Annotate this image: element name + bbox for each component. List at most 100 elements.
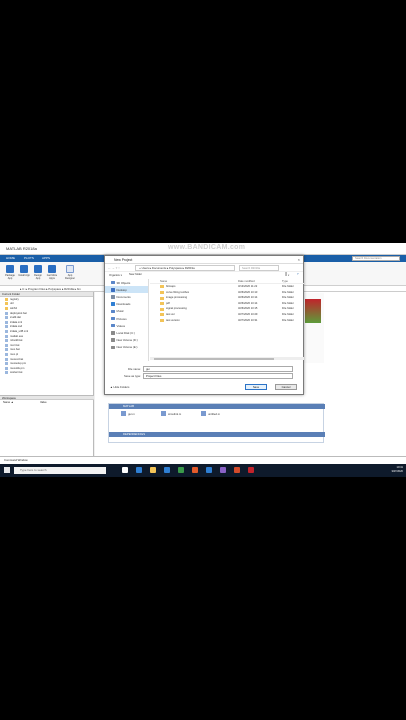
taskbar-app-icon[interactable] xyxy=(150,467,156,473)
folder-name: bitmaps xyxy=(166,285,176,288)
screen: MATLAB R2018a www.BANDICAM.com HOME PLOT… xyxy=(0,243,406,477)
horizontal-scrollbar[interactable] xyxy=(150,357,304,360)
file-name: mcc.bat xyxy=(10,343,20,347)
search-documentation-input[interactable]: Search Documentation xyxy=(352,256,400,261)
taskbar-app-icon[interactable] xyxy=(234,467,240,473)
location-icon xyxy=(111,309,115,314)
taskbar-app-icon[interactable] xyxy=(206,467,212,473)
dialog-search-input[interactable]: Search R2019a xyxy=(239,265,279,271)
file-name: lcdata.xsd xyxy=(10,325,23,329)
folder-icon xyxy=(5,297,8,301)
package-app-button[interactable]: Package App xyxy=(4,265,16,281)
folder-name: test ver xyxy=(166,312,175,316)
folder-name: curve fitting toolbox xyxy=(166,290,190,294)
file-name: worker.bat xyxy=(10,371,23,375)
nav-pane-item[interactable]: Music xyxy=(105,308,148,315)
preview-image xyxy=(305,299,321,323)
cancel-button[interactable]: Cancel xyxy=(275,384,297,390)
new-project-dialog: New Project × ← → ˅ ↑ ‹‹ Users ▸ Documen… xyxy=(104,255,304,395)
command-window-label: Command Window xyxy=(4,458,28,462)
folder-row[interactable]: test version 3/27/2020 10:31 File folder xyxy=(150,318,304,324)
clock-date: 3/27/2020 xyxy=(391,470,403,473)
col-name[interactable]: Name xyxy=(160,280,167,283)
nav-pane-item[interactable]: 3D Objects xyxy=(105,279,148,286)
file-name: deploytool.bat xyxy=(10,311,27,315)
file-name: util xyxy=(10,302,14,306)
nav-pane-item[interactable]: New Volume (D:) xyxy=(105,337,148,344)
nav-pane-label: Documents xyxy=(116,294,131,299)
taskbar-clock[interactable]: 10:41 3/27/2020 xyxy=(391,466,403,474)
folder-type: File folder xyxy=(282,301,294,305)
file-icon xyxy=(5,352,8,356)
taskbar-app-icon[interactable] xyxy=(248,467,254,473)
nav-pane-item[interactable]: Downloads xyxy=(105,301,148,308)
install-icon xyxy=(20,265,28,273)
app-designer-button[interactable]: App Designer xyxy=(64,265,76,281)
view-options-icon[interactable]: ≣ ▾ xyxy=(285,273,289,277)
folder-type: File folder xyxy=(282,318,294,322)
taskbar-app-icon[interactable] xyxy=(164,467,170,473)
command-window[interactable]: Command Window xyxy=(0,456,406,464)
taskbar-app-icon[interactable] xyxy=(136,467,142,473)
taskbar-app-icon[interactable] xyxy=(122,467,128,473)
location-icon xyxy=(111,288,115,292)
taskbar-app-icon[interactable] xyxy=(178,467,184,473)
dialog-title: New Project xyxy=(114,258,133,262)
section-bar-matlab: MATLAB xyxy=(109,404,325,409)
file-icon xyxy=(5,325,8,329)
dialog-breadcrumb[interactable]: ‹‹ Users ▸ Documents ▸ Polyspace ▸ R2019… xyxy=(135,265,235,271)
project-start-panel: MATLAB gui.m simulink.m untitled.m DEPEN… xyxy=(108,403,325,443)
file-name-input[interactable]: gui xyxy=(143,366,293,372)
tab-apps[interactable]: APPS xyxy=(42,256,50,260)
save-button[interactable]: Save xyxy=(245,384,267,390)
tab-home[interactable]: HOME xyxy=(6,256,15,260)
install-app-button[interactable]: Install App xyxy=(18,265,30,281)
windows-start-icon[interactable] xyxy=(4,467,10,473)
tab-plots[interactable]: PLOTS xyxy=(24,256,34,260)
folder-type: File folder xyxy=(282,307,294,311)
organize-button[interactable]: Organize ▾ xyxy=(109,273,122,277)
taskbar-search-input[interactable]: Type here to search xyxy=(14,467,106,474)
hide-folders-toggle[interactable]: ▲ Hide Folders xyxy=(110,385,129,389)
nav-pane-item[interactable]: Local Disk (C:) xyxy=(105,329,148,336)
taskbar-app-icon[interactable] xyxy=(192,467,198,473)
nav-pane-item[interactable]: Videos xyxy=(105,322,148,329)
recent-file-item[interactable]: simulink.m xyxy=(161,411,181,416)
file-icon xyxy=(5,343,8,347)
folder-date: 3/26/2020 10:14 xyxy=(238,296,258,300)
col-date[interactable]: Date modified xyxy=(238,280,255,283)
file-list: registry util win64 deploytool.bat icudtl.da… xyxy=(0,297,93,375)
save-as-type-select[interactable]: Project Files xyxy=(143,373,293,379)
folder-icon xyxy=(160,313,164,317)
folder-icon xyxy=(160,318,164,322)
folder-type: File folder xyxy=(282,285,294,288)
section-bar-dependencies: DEPENDENCIES xyxy=(109,432,325,437)
package-icon xyxy=(6,265,14,273)
file-name: registry xyxy=(10,297,19,301)
help-icon[interactable]: ? xyxy=(297,273,299,276)
location-icon xyxy=(111,338,115,342)
new-folder-button[interactable]: New folder xyxy=(129,273,142,276)
design-app-button[interactable]: Design App xyxy=(32,265,44,281)
folder-name: signal processing xyxy=(166,307,187,311)
nav-pane-label: New Volume (D:) xyxy=(116,338,138,343)
nav-pane-item[interactable]: Pictures xyxy=(105,315,148,322)
file-list-item[interactable]: worker.bat xyxy=(0,371,93,376)
nav-pane-item[interactable]: New Volume (E:) xyxy=(105,344,148,351)
recent-file-item[interactable]: gui.m xyxy=(121,411,135,416)
scrollbar-thumb[interactable] xyxy=(154,357,274,360)
back-forward-icons[interactable]: ← → ˅ ↑ xyxy=(108,266,120,270)
taskbar-app-icon[interactable] xyxy=(220,467,226,473)
nav-pane-item[interactable]: Desktop xyxy=(105,286,148,294)
file-icon xyxy=(5,311,8,315)
get-more-apps-button[interactable]: Get More Apps xyxy=(46,265,58,281)
ws-col-value[interactable]: Value xyxy=(40,401,47,404)
ws-col-name[interactable]: Name ▲ xyxy=(3,401,14,404)
file-icon xyxy=(5,320,8,324)
folder-date: 3/13/2020 11:22 xyxy=(238,285,258,288)
recent-file-item[interactable]: untitled.m xyxy=(201,411,220,416)
close-icon[interactable]: × xyxy=(298,257,300,262)
col-type[interactable]: Type xyxy=(282,280,288,283)
nav-pane-label: Desktop xyxy=(116,287,127,292)
nav-pane-item[interactable]: Documents xyxy=(105,293,148,300)
